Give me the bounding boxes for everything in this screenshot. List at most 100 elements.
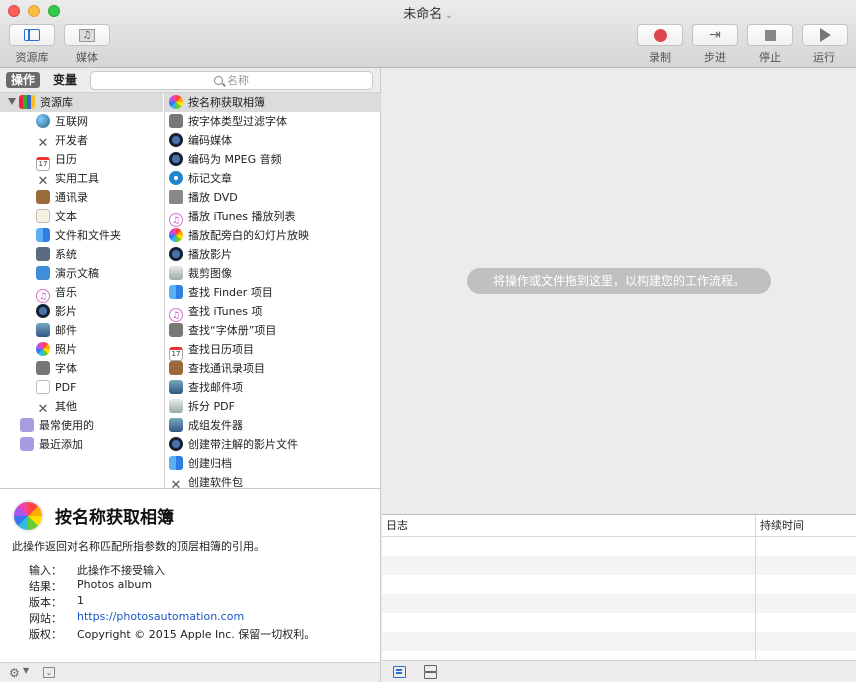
action-item-label: 编码为 MPEG 音频 xyxy=(188,153,282,166)
action-item[interactable]: 成组发件器 xyxy=(165,416,381,435)
action-item[interactable]: 编码媒体 xyxy=(165,131,381,150)
column-divider[interactable] xyxy=(755,515,756,661)
smart-group[interactable]: 最近添加 xyxy=(0,435,163,454)
window-title[interactable]: 未命名 ⌄ xyxy=(0,3,856,22)
workflow-area[interactable]: 将操作或文件拖到这里，以构建您的工作流程。 xyxy=(382,68,856,514)
library-root[interactable]: 资源库 xyxy=(0,93,163,112)
description-toggle-button[interactable]: ⌄ xyxy=(43,667,55,678)
smart-group[interactable]: 最常使用的 xyxy=(0,416,163,435)
record-button[interactable] xyxy=(637,24,683,46)
tools-icon: ✕ xyxy=(170,478,182,489)
disclosure-triangle-icon[interactable] xyxy=(8,98,16,105)
tab-variables[interactable]: 变量 xyxy=(48,72,82,88)
font-icon xyxy=(36,361,50,375)
step-icon: ⇥ xyxy=(709,27,721,43)
action-item[interactable]: 按名称获取相簿 xyxy=(165,93,381,112)
stop-button[interactable] xyxy=(747,24,793,46)
library-category-label: 开发者 xyxy=(55,134,88,147)
library-category[interactable]: PDF xyxy=(0,378,163,397)
gear-icon[interactable]: ⚙ xyxy=(9,666,20,680)
library-category[interactable]: ✕ 其他 xyxy=(0,397,163,417)
action-item[interactable]: 标记文章 xyxy=(165,169,381,188)
field-key: 网站： xyxy=(29,612,62,625)
duration-column-header[interactable]: 持续时间 xyxy=(760,515,804,537)
action-item[interactable]: 查找通讯录项目 xyxy=(165,359,381,378)
run-label: 运行 xyxy=(813,51,835,64)
action-item[interactable]: ♫ 播放 iTunes 播放列表 xyxy=(165,207,381,227)
action-item-label: 查找“字体册”项目 xyxy=(188,324,277,337)
action-item[interactable]: 裁剪图像 xyxy=(165,264,381,283)
library-category-label: 照片 xyxy=(55,343,77,356)
drop-hint: 将操作或文件拖到这里，以构建您的工作流程。 xyxy=(467,268,771,294)
library-category[interactable]: 互联网 xyxy=(0,112,163,131)
action-item[interactable]: 播放影片 xyxy=(165,245,381,264)
chevron-down-icon[interactable]: ▼ xyxy=(23,666,29,675)
action-item[interactable]: 创建归档 xyxy=(165,454,381,473)
description-field: 网站： https://photosautomation.com xyxy=(0,610,380,626)
action-item[interactable]: 查找 Finder 项目 xyxy=(165,283,381,302)
list-view-icon[interactable] xyxy=(393,666,406,678)
library-list: 资源库 互联网 ✕ 开发者 17 日历 ✕ 实用工具 通讯录 文本 文件和文件夹 系统演示文稿 ♫ 音乐… xyxy=(0,93,163,488)
media-label: 媒体 xyxy=(76,51,98,64)
log-row xyxy=(382,632,856,651)
action-item-label: 播放 iTunes 播放列表 xyxy=(188,210,296,223)
library-category[interactable]: 文件和文件夹 xyxy=(0,226,163,245)
library-category-label: 日历 xyxy=(55,153,77,166)
step-button[interactable]: ⇥ xyxy=(692,24,738,46)
action-item[interactable]: 按字体类型过滤字体 xyxy=(165,112,381,131)
action-item-label: 成组发件器 xyxy=(188,419,243,432)
library-category[interactable]: 系统 xyxy=(0,245,163,264)
library-category[interactable]: 邮件 xyxy=(0,321,163,340)
library-category-label: 影片 xyxy=(55,305,77,318)
tab-actions[interactable]: 操作 xyxy=(6,72,41,88)
action-item[interactable]: 17 查找日历项目 xyxy=(165,340,381,361)
action-item-label: 查找通讯录项目 xyxy=(188,362,265,375)
library-toggle-button[interactable] xyxy=(9,24,55,46)
action-item[interactable]: 查找邮件项 xyxy=(165,378,381,397)
play-icon xyxy=(819,28,831,42)
log-table: 日志 持续时间 xyxy=(382,514,856,661)
library-category[interactable]: 文本 xyxy=(0,207,163,226)
library-category[interactable]: ✕ 开发者 xyxy=(0,131,163,151)
action-item[interactable]: 播放配旁白的幻灯片放映 xyxy=(165,226,381,245)
library-category[interactable]: 影片 xyxy=(0,302,163,321)
quicktime-icon xyxy=(169,437,183,451)
search-input[interactable]: 名称 xyxy=(90,71,373,90)
action-item[interactable]: ♫ 查找 iTunes 项 xyxy=(165,302,381,322)
log-column-header[interactable]: 日志 xyxy=(386,515,408,537)
preview-icon xyxy=(169,399,183,413)
action-item[interactable]: 播放 DVD xyxy=(165,188,381,207)
library-category[interactable]: 照片 xyxy=(0,340,163,359)
library-category[interactable]: 17 日历 xyxy=(0,150,163,171)
library-category[interactable]: ✕ 实用工具 xyxy=(0,169,163,189)
action-item-label: 查找 iTunes 项 xyxy=(188,305,263,318)
website-link[interactable]: https://photosautomation.com xyxy=(77,610,244,623)
library-category[interactable]: 通讯录 xyxy=(0,188,163,207)
workflow-footer xyxy=(382,660,856,682)
sidebar-icon xyxy=(24,29,40,41)
library-category[interactable]: 字体 xyxy=(0,359,163,378)
library-category[interactable]: ♫ 音乐 xyxy=(0,283,163,303)
library-category[interactable]: 演示文稿 xyxy=(0,264,163,283)
action-item[interactable]: ✕ 创建软件包 xyxy=(165,473,381,488)
music-icon: ♫ xyxy=(169,308,183,322)
action-item[interactable]: 编码为 MPEG 音频 xyxy=(165,150,381,169)
globe-icon xyxy=(36,114,50,128)
action-item[interactable]: 查找“字体册”项目 xyxy=(165,321,381,340)
window-title-text: 未命名 xyxy=(403,7,443,22)
actions-list: 按名称获取相簿 按字体类型过滤字体 编码媒体编码为 MPEG 音频标记文章播放 DV… xyxy=(164,93,381,488)
run-button[interactable] xyxy=(802,24,848,46)
action-item[interactable]: 创建带注解的影片文件 xyxy=(165,435,381,454)
pdf-icon xyxy=(36,380,50,394)
stop-icon xyxy=(764,29,776,41)
library-category-label: 演示文稿 xyxy=(55,267,99,280)
contacts-icon xyxy=(36,190,50,204)
split-view-icon[interactable] xyxy=(424,665,437,679)
mail-icon xyxy=(36,323,50,337)
action-item-label: 播放影片 xyxy=(188,248,232,261)
smart-group-label: 最近添加 xyxy=(39,438,83,451)
action-item[interactable]: 拆分 PDF xyxy=(165,397,381,416)
action-item-label: 播放 DVD xyxy=(188,191,238,204)
record-label: 录制 xyxy=(649,51,671,64)
media-button[interactable]: ♫ xyxy=(64,24,110,46)
